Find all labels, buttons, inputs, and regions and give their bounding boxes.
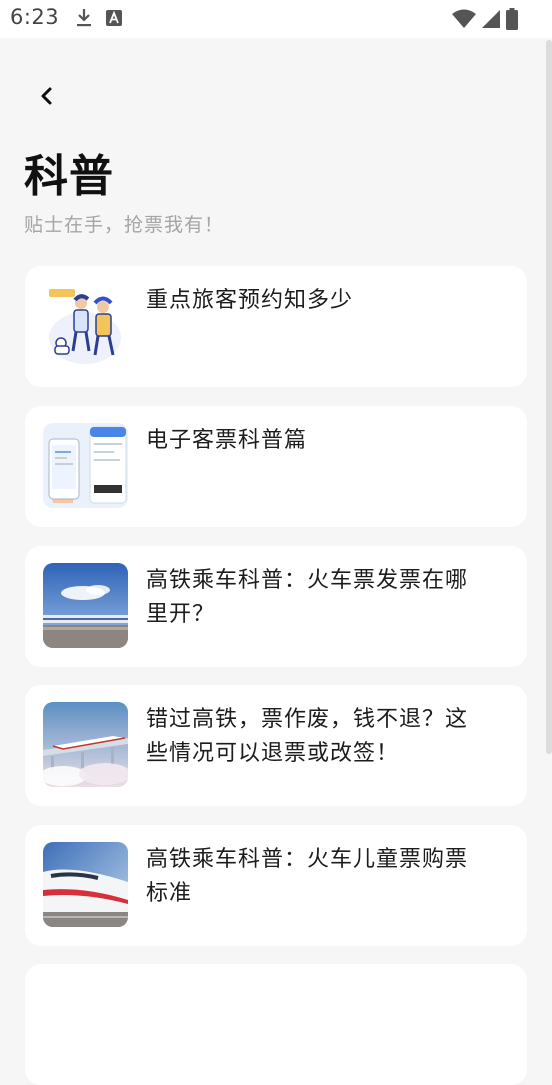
back-button[interactable] [30,82,62,114]
status-left-icons [76,8,122,32]
article-thumbnail-travelers [43,283,128,368]
article-thumbnail-bullet-train-sky [43,563,128,648]
scrollbar[interactable] [546,40,552,754]
page-subtitle: 贴士在手，抢票我有！ [24,214,225,236]
article-card[interactable]: 电子客票科普篇 [25,406,527,527]
article-card[interactable]: 高铁乘车科普：火车儿童票购票标准 [25,825,527,946]
article-title: 重点旅客预约知多少 [146,288,354,313]
chevron-left-icon [38,86,54,110]
article-title: 高铁乘车科普：火车儿童票购票标准 [146,847,469,906]
battery-icon [506,8,518,34]
article-title: 错过高铁，票作废，钱不退？这些情况可以退票或改签！ [146,707,469,766]
download-icon [76,8,92,32]
status-bar: 6:23 [0,0,552,38]
article-card[interactable]: 重点旅客预约知多少 [25,266,527,387]
article-thumbnail-e-ticket [43,423,128,508]
article-card[interactable]: 高铁乘车科普：火车票发票在哪里开？ [25,546,527,667]
article-card[interactable]: 错过高铁，票作废，钱不退？这些情况可以退票或改签！ [25,685,527,806]
wifi-icon [452,9,476,33]
article-title: 电子客票科普篇 [146,428,308,453]
article-thumbnail-train-bridge [43,702,128,787]
article-thumbnail-white-bullet-train [43,842,128,927]
status-right-icons [452,8,518,34]
signal-icon [482,9,500,33]
status-time: 6:23 [10,5,60,29]
article-card-partial[interactable] [25,964,527,1085]
article-title: 高铁乘车科普：火车票发票在哪里开？ [146,568,469,627]
keyboard-a-icon [106,10,122,30]
page-title: 科普 [24,151,114,202]
